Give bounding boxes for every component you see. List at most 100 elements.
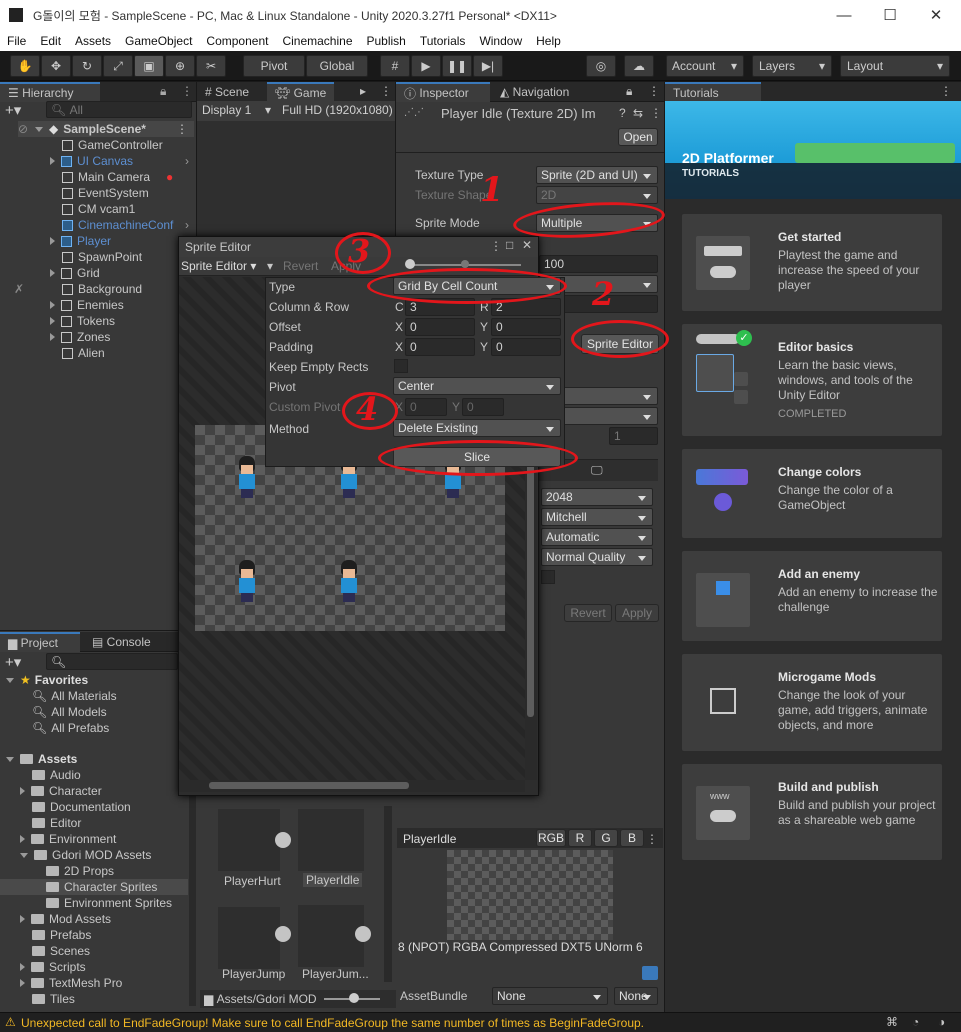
play-icon[interactable]: ▸ (360, 84, 366, 98)
folder-item[interactable]: Character (20, 783, 102, 799)
play-asset-icon[interactable] (275, 926, 291, 942)
apply-button[interactable]: Apply (615, 604, 659, 622)
maximize-icon[interactable]: □ (506, 238, 513, 252)
tutorial-card-add-enemy[interactable]: Add an enemy Add an enemy to increase th… (681, 550, 943, 642)
folder-item[interactable]: Documentation (32, 799, 131, 815)
scale-tool-icon[interactable]: ⤢ (103, 55, 133, 77)
compression-dropdown[interactable]: Normal Quality (541, 548, 653, 566)
rotate-tool-icon[interactable]: ↻ (72, 55, 102, 77)
hierarchy-item[interactable]: EventSystem (62, 185, 149, 201)
hierarchy-item[interactable]: SpawnPoint (62, 249, 142, 265)
hierarchy-item[interactable]: UI Canvas › (50, 153, 189, 169)
offset-y-input[interactable]: 0 (491, 318, 561, 336)
folder-item[interactable]: Scenes (32, 943, 90, 959)
more-icon[interactable]: ⋮ (646, 832, 658, 846)
pick-disabled-icon[interactable]: ✗ (14, 281, 24, 297)
step-button[interactable]: ▶| (473, 55, 503, 77)
menu-file[interactable]: File (0, 34, 33, 48)
label-tag-icon[interactable] (642, 966, 658, 980)
move-tool-icon[interactable]: ✥ (41, 55, 71, 77)
tutorial-card-editor-basics[interactable]: ✓ Editor basics Learn the basic views, w… (681, 323, 943, 437)
tutorial-card-build-publish[interactable]: www Build and publish Build and publish … (681, 763, 943, 861)
rect-tool-icon[interactable]: ▣ (134, 55, 164, 77)
folder-item[interactable]: Gdori MOD Assets (20, 847, 151, 863)
play-button[interactable]: ▶ (411, 55, 441, 77)
folder-item[interactable]: Environment Sprites (46, 895, 172, 911)
expand-arrow-icon[interactable] (50, 157, 55, 165)
slice-dropdown[interactable]: ▾ (267, 259, 273, 273)
menu-window[interactable]: Window (472, 34, 529, 48)
pause-button[interactable]: ❚❚ (442, 55, 472, 77)
hierarchy-item[interactable]: GameController (62, 137, 163, 153)
folder-item[interactable]: Scripts (20, 959, 86, 975)
hierarchy-item[interactable]: CM vcam1 (62, 201, 135, 217)
settings-icon[interactable]: ⇆ (633, 106, 643, 120)
play-asset-icon[interactable] (355, 926, 371, 942)
expand-arrow-icon[interactable] (50, 269, 55, 277)
expand-arrow-icon[interactable] (35, 126, 43, 132)
maximize-button[interactable]: ☐ (867, 0, 913, 30)
menu-component[interactable]: Component (199, 34, 275, 48)
expand-arrow-icon[interactable] (50, 333, 55, 341)
expand-arrow-icon[interactable] (50, 237, 55, 245)
help-icon[interactable]: ? (619, 106, 626, 120)
hierarchy-item[interactable]: Background (62, 281, 142, 297)
folder-item-selected[interactable]: Character Sprites (0, 879, 188, 895)
custom-tool-icon[interactable]: ✂ (196, 55, 226, 77)
more-icon[interactable]: ⋮ (648, 84, 660, 98)
asset-thumbnail[interactable] (218, 809, 280, 871)
tab-console[interactable]: ▤ Console (84, 632, 159, 652)
tab-inspector[interactable]: ⓘ Inspector (396, 82, 490, 102)
menu-help[interactable]: Help (529, 34, 568, 48)
expand-arrow-icon[interactable] (50, 317, 55, 325)
folder-item[interactable]: 2D Props (46, 863, 114, 879)
mip-slider-thumb[interactable] (461, 260, 469, 268)
add-icon[interactable]: +▾ (5, 101, 21, 119)
zoom-slider-thumb[interactable] (405, 259, 415, 269)
status-message[interactable]: Unexpected call to EndFadeGroup! Make su… (21, 1016, 644, 1030)
display-dropdown[interactable]: Display 1 ▾ (202, 103, 274, 117)
expand-arrow-icon[interactable] (20, 787, 25, 795)
pivot-toggle[interactable]: Pivot (243, 55, 305, 77)
favorites-header[interactable]: ★ Favorites (6, 672, 88, 688)
close-icon[interactable]: ✕ (522, 238, 532, 252)
scrollbar-thumb[interactable] (209, 782, 409, 789)
favorite-item[interactable]: 🔍︎ All Models (32, 704, 107, 720)
asset-thumbnail[interactable] (298, 905, 364, 967)
layers-dropdown[interactable]: Layers ▾ (752, 55, 832, 77)
sprite-editor-mode-dropdown[interactable]: Sprite Editor ▾ (181, 259, 256, 273)
folder-item[interactable]: Mod Assets (20, 911, 111, 927)
expand-arrow-icon[interactable] (50, 301, 55, 309)
asset-thumbnail[interactable] (218, 907, 280, 969)
expand-arrow-icon[interactable] (20, 963, 25, 971)
offset-x-input[interactable]: 0 (405, 318, 475, 336)
channel-rgb-button[interactable]: RGB (536, 829, 566, 847)
close-button[interactable]: ✕ (913, 0, 959, 30)
tab-tutorials[interactable]: Tutorials (665, 82, 761, 102)
pixels-per-unit-input[interactable]: 100 (539, 255, 658, 273)
folder-item[interactable]: Audio (32, 767, 81, 783)
hierarchy-search-input[interactable]: 🔍︎ All (46, 101, 192, 118)
hierarchy-item[interactable]: Enemies (50, 297, 124, 313)
snap-icon[interactable]: # (380, 55, 410, 77)
zoom-slider-thumb[interactable] (349, 993, 359, 1003)
transform-tool-icon[interactable]: ⊕ (165, 55, 195, 77)
expand-arrow-icon[interactable] (20, 979, 25, 987)
project-search-input[interactable]: 🔍︎ (46, 653, 178, 670)
hierarchy-item[interactable]: Alien (62, 345, 105, 361)
folder-item[interactable]: TextMesh Pro (20, 975, 122, 991)
hierarchy-item[interactable]: CinemachineConf › (62, 217, 189, 233)
crunch-checkbox[interactable] (541, 570, 555, 584)
more-icon[interactable]: ⋮ (940, 84, 952, 98)
resize-algorithm-dropdown[interactable]: Mitchell (541, 508, 653, 526)
max-size-dropdown[interactable]: 2048 (541, 488, 653, 506)
open-button[interactable]: Open (618, 128, 658, 146)
channel-r-button[interactable]: R (568, 829, 592, 847)
format-dropdown[interactable]: Automatic (541, 528, 653, 546)
folder-item[interactable]: Environment (20, 831, 116, 847)
tutorial-card-change-colors[interactable]: Change colors Change the color of a Game… (681, 448, 943, 539)
revert-button[interactable]: Revert (564, 604, 612, 622)
more-icon[interactable]: ⋮ (181, 84, 193, 98)
tab-scene[interactable]: # Scene (197, 82, 257, 102)
cloud-icon[interactable]: ☁ (624, 55, 654, 77)
